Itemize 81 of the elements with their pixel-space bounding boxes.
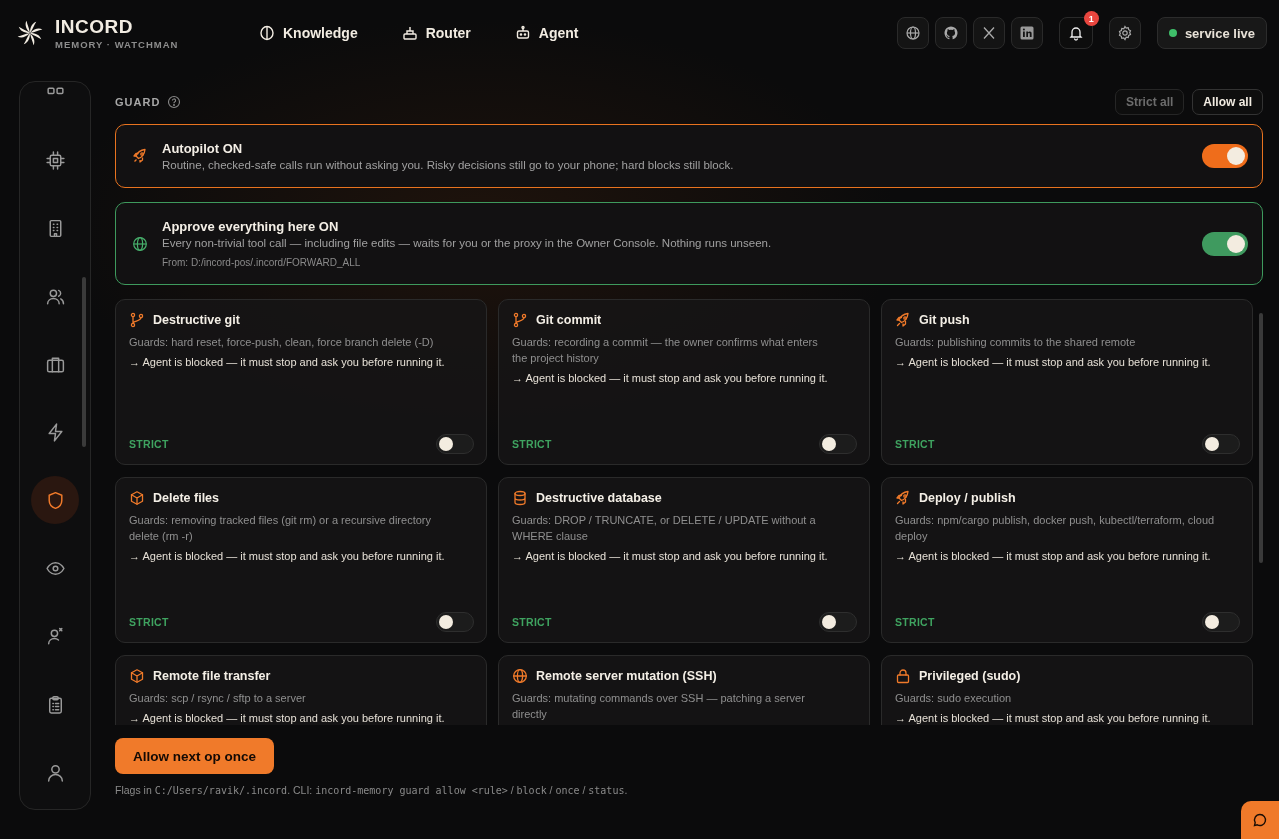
rule-note: → Agent is blocked — it must stop and ask you before running it. <box>895 549 1212 564</box>
rocket-icon <box>132 148 148 164</box>
nav-link[interactable]: Knowledge <box>259 25 358 41</box>
rule-note: → Agent is blocked — it must stop and ask you before running it. <box>895 711 1212 725</box>
rule-title: Remote server mutation (SSH) <box>536 669 717 683</box>
git-branch-icon <box>512 312 528 328</box>
cube-icon <box>129 490 145 506</box>
robot-icon <box>514 25 531 41</box>
brand-tagline: MEMORY · WATCHMAN <box>55 38 179 50</box>
shield-icon[interactable] <box>31 476 79 524</box>
rule-note: → Agent is blocked — it must stop and ask you before running it. <box>129 549 446 564</box>
rule-guards: Guards: recording a commit — the owner confirms what enters the project history <box>512 335 819 366</box>
x-icon[interactable] <box>972 17 1005 49</box>
toggle-switch[interactable] <box>1202 231 1248 256</box>
rule-mode: STRICT <box>895 616 935 628</box>
nav-link[interactable]: Router <box>401 25 471 41</box>
rule-title: Git push <box>919 313 970 327</box>
rule-guards: Guards: removing tracked files (git rm) or a recursive directory delete (rm -r) <box>129 513 432 544</box>
rule-title: Privileged (sudo) <box>919 669 1021 683</box>
scrollbar-thumb[interactable] <box>82 277 86 447</box>
rule-title: Remote file transfer <box>153 669 271 683</box>
banner-title: Approve everything here ON <box>162 219 340 234</box>
chat-button[interactable] <box>1241 801 1279 839</box>
notification-bell-icon[interactable] <box>1058 17 1093 49</box>
chat-icon <box>1252 812 1268 828</box>
help-icon[interactable] <box>167 95 182 109</box>
rule-mode: STRICT <box>895 438 935 450</box>
git-branch-icon <box>129 312 145 328</box>
globe-icon <box>132 235 148 252</box>
section-title: GUARD <box>115 96 161 108</box>
router-icon <box>401 25 418 41</box>
guard-action-button[interactable]: Allow all <box>1192 89 1263 115</box>
rule-mode: STRICT <box>129 616 169 628</box>
rule-title: Destructive git <box>153 313 240 327</box>
rule-guards: Guards: npm/cargo publish, docker push, kubectl/terraform, cloud deploy <box>895 513 1216 544</box>
rule-note: → Agent is blocked — it must stop and ask you before running it. <box>895 355 1212 370</box>
lock-icon <box>895 668 911 684</box>
rule-title: Deploy / publish <box>919 491 1016 505</box>
toggle-switch[interactable] <box>436 434 474 454</box>
rule-note: → Agent is blocked — it must stop and ask you before running it. <box>512 371 829 386</box>
settings-icon[interactable] <box>1108 17 1141 49</box>
rule-guards: Guards: publishing commits to the shared remote <box>895 335 1137 350</box>
banner-source: From: D:/incord-pos/.incord/FORWARD_ALL <box>162 257 362 268</box>
brand-name: INCORD <box>55 16 134 37</box>
banner-text: Every non-trivial tool call — including file edits — waits for you or the proxy in the Owner Console. Nothing runs unseen. <box>162 237 773 249</box>
toggle-switch[interactable] <box>819 612 857 632</box>
banner-title: Autopilot ON <box>162 141 244 156</box>
scrollbar-thumb[interactable] <box>1259 313 1263 563</box>
rule-guards: Guards: sudo execution <box>895 691 1013 706</box>
globe-icon[interactable] <box>896 17 929 49</box>
footer-note: Flags in C:/Users/ravik/.incord. CLI: incord-memory guard allow <rule> / block / once / status. <box>115 784 629 796</box>
toggle-switch[interactable] <box>436 612 474 632</box>
nav-link[interactable]: Agent <box>514 25 579 41</box>
rule-note: → Agent is blocked — it must stop and ask you before running it. <box>129 711 446 725</box>
toggle-switch[interactable] <box>819 434 857 454</box>
rule-mode: STRICT <box>512 616 552 628</box>
toggle-switch[interactable] <box>1202 612 1240 632</box>
rule-title: Git commit <box>536 313 602 327</box>
toggle-switch[interactable] <box>1202 144 1248 168</box>
rule-guards: Guards: hard reset, force-push, clean, force branch delete (-D) <box>129 335 435 350</box>
toggle-switch[interactable] <box>1202 434 1240 454</box>
rule-mode: STRICT <box>512 438 552 450</box>
banner-text: Routine, checked-safe calls run without asking you. Risky decisions still go to your phone; hard blocks still block. <box>162 159 735 171</box>
status-label: service live <box>1184 25 1255 41</box>
rule-title: Destructive database <box>536 491 662 505</box>
database-icon <box>512 490 528 506</box>
linkedin-icon[interactable] <box>1010 17 1043 49</box>
rule-note: → Agent is blocked — it must stop and ask you before running it. <box>512 549 829 564</box>
rule-guards: Guards: scp / rsync / sftp to a server <box>129 691 307 706</box>
rocket-icon <box>895 490 911 506</box>
rule-mode: STRICT <box>129 438 169 450</box>
rule-guards: Guards: DROP / TRUNCATE, or DELETE / UPDATE without a WHERE clause <box>512 513 817 544</box>
globe-icon <box>512 668 528 684</box>
rule-guards: Guards: mutating commands over SSH — patching a server directly <box>512 691 806 722</box>
rule-title: Delete files <box>153 491 219 505</box>
logo-icon <box>15 18 45 48</box>
github-icon[interactable] <box>934 17 967 49</box>
allow-once-button[interactable]: Allow next op once <box>115 738 274 774</box>
rule-note: → Agent is blocked — it must stop and ask you before running it. <box>129 355 446 370</box>
cube-icon <box>129 668 145 684</box>
rocket-icon <box>895 312 911 328</box>
